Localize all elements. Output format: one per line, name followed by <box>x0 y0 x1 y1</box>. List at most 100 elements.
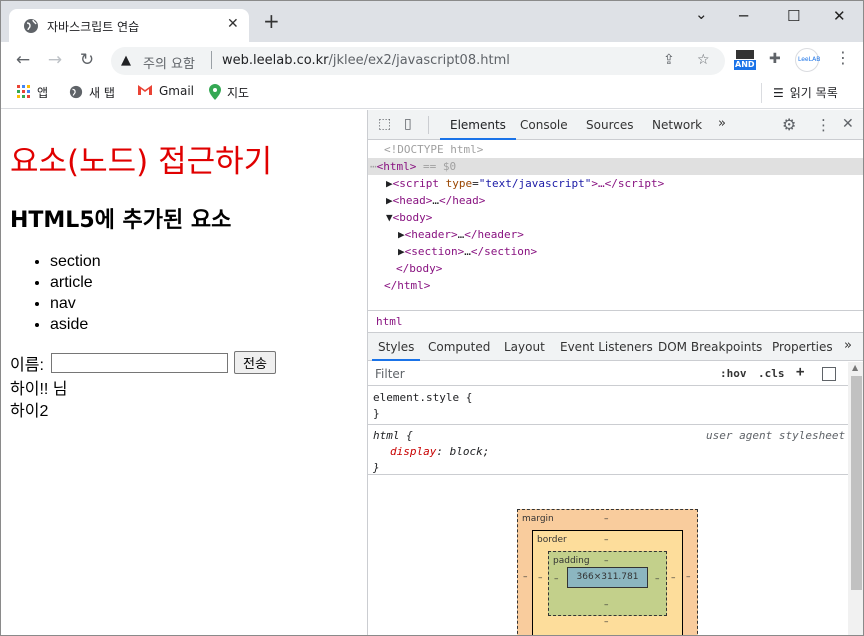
dom-tag: <body> <box>392 211 433 224</box>
bookmarks-bar: 앱 새 탭 Gmail 지도 ☰ 읽기 목록 <box>1 78 863 109</box>
name-form: 이름: 전송 <box>10 351 276 375</box>
close-window-button[interactable]: ✕ <box>833 7 846 25</box>
hover-state-toggle[interactable]: :hov <box>720 367 747 380</box>
boxmodel-margin[interactable]: margin – – – border – – – – padding – – … <box>517 509 698 635</box>
styles-scrollbar[interactable]: ▲ <box>848 362 863 635</box>
new-tab-button[interactable]: + <box>263 11 280 31</box>
toolbar: ← → ↻ ▲ 주의 요함 web.leelab.co.kr/jklee/ex2… <box>1 42 863 78</box>
more-tabs-icon[interactable]: » <box>718 116 726 131</box>
browser-window: 자바스크립트 연습 ✕ + ⌄ ─ ☐ ✕ ← → ↻ ▲ 주의 요함 web.… <box>0 0 864 636</box>
close-tab-icon[interactable]: ✕ <box>227 16 239 32</box>
rule-close-brace: } <box>373 407 380 420</box>
settings-gear-icon[interactable]: ⚙ <box>782 115 796 134</box>
breadcrumb-item-html[interactable]: html <box>376 315 403 328</box>
margin-right-value[interactable]: – <box>686 572 691 582</box>
css-value: block; <box>449 445 490 458</box>
dom-head-node[interactable]: ▶<head>…</head> <box>386 192 485 209</box>
inspect-element-icon[interactable]: ⬚ <box>378 116 391 132</box>
submit-button[interactable]: 전송 <box>234 351 276 374</box>
content-size-value[interactable]: 366×311.781 <box>577 572 639 582</box>
tab-styles[interactable]: Styles <box>371 340 421 361</box>
border-left-value[interactable]: – <box>538 573 543 583</box>
warning-icon[interactable]: ▲ <box>121 53 131 68</box>
padding-left-value[interactable]: – <box>554 574 559 584</box>
padding-bottom-value[interactable]: – <box>604 600 609 610</box>
page-heading: 요소(노드) 접근하기 <box>10 144 273 180</box>
reading-list[interactable]: ☰ 읽기 목록 <box>773 84 838 101</box>
bookmark-new-tab[interactable]: 새 탭 <box>69 84 115 101</box>
expand-triangle-icon[interactable]: ▶ <box>386 177 393 190</box>
bookmark-maps[interactable]: 지도 <box>209 84 249 101</box>
dom-doctype[interactable]: <!DOCTYPE html> <box>384 141 483 158</box>
leelab-extension-icon[interactable]: LeeLAB <box>795 48 820 72</box>
class-toggle[interactable]: .cls <box>758 367 785 380</box>
tab-dom-breakpoints[interactable]: DOM Breakpoints <box>658 340 762 354</box>
tab-computed[interactable]: Computed <box>428 340 490 354</box>
back-arrow-icon[interactable]: ← <box>13 50 33 70</box>
devtools-menu-icon[interactable]: ⋮ <box>816 116 831 134</box>
tab-search-icon[interactable]: ⌄ <box>695 5 708 23</box>
forward-arrow-icon[interactable]: → <box>45 50 65 70</box>
name-input[interactable] <box>51 353 228 373</box>
extensions-puzzle-icon[interactable]: ✚ <box>769 51 781 67</box>
border-top-value[interactable]: – <box>604 535 609 545</box>
dom-tag: <header> <box>404 228 458 241</box>
dom-html-close[interactable]: </html> <box>384 277 430 294</box>
border-bottom-value[interactable]: – <box>604 617 609 627</box>
bookmark-apps[interactable]: 앱 <box>17 84 48 101</box>
tab-console[interactable]: Console <box>520 118 568 132</box>
dom-section-node[interactable]: ▶<section>…</section> <box>398 243 537 260</box>
browser-tab[interactable]: 자바스크립트 연습 ✕ <box>9 9 249 42</box>
filter-input[interactable]: Filter <box>375 367 405 381</box>
rule-selector: html { <box>373 429 413 442</box>
scrollbar-thumb[interactable] <box>851 376 862 590</box>
security-label[interactable]: 주의 요함 <box>143 53 195 72</box>
and-extension-icon[interactable]: AND <box>733 48 757 72</box>
computed-sidebar-icon[interactable] <box>822 367 836 381</box>
share-icon[interactable]: ⇪ <box>663 52 675 68</box>
new-rule-plus-icon[interactable]: + <box>796 364 804 380</box>
reading-list-icon: ☰ <box>773 86 784 100</box>
maximize-button[interactable]: ☐ <box>787 7 800 25</box>
border-right-value[interactable]: – <box>671 573 676 583</box>
tab-sources[interactable]: Sources <box>586 118 633 132</box>
boxmodel-content[interactable]: 366×311.781 <box>567 567 648 588</box>
expand-triangle-icon[interactable]: ▶ <box>398 228 405 241</box>
dom-header-node[interactable]: ▶<header>…</header> <box>398 226 524 243</box>
rule-selector[interactable]: element.style { <box>373 390 472 406</box>
address-bar[interactable]: ▲ 주의 요함 web.leelab.co.kr/jklee/ex2/javas… <box>111 47 725 75</box>
expand-triangle-icon[interactable]: ▶ <box>398 245 405 258</box>
padding-top-value[interactable]: – <box>604 556 609 566</box>
margin-left-value[interactable]: – <box>523 572 528 582</box>
bookmark-gmail[interactable]: Gmail <box>137 84 194 98</box>
tab-network[interactable]: Network <box>652 118 702 132</box>
margin-top-value[interactable]: – <box>604 514 609 524</box>
tab-event-listeners[interactable]: Event Listeners <box>560 340 653 354</box>
expand-triangle-icon[interactable]: ▶ <box>386 194 393 207</box>
tab-properties[interactable]: Properties <box>772 340 833 354</box>
bookmark-star-icon[interactable]: ☆ <box>697 52 710 68</box>
tab-layout[interactable]: Layout <box>504 340 545 354</box>
dom-script-node[interactable]: ▶<script type="text/javascript">…</scrip… <box>386 175 664 192</box>
dom-html-node[interactable]: ⋯<html> == $0 <box>370 158 456 175</box>
boxmodel-border[interactable]: border – – – – padding – – – – 366×311.7… <box>532 530 683 635</box>
dom-ellipsis: … <box>464 245 471 258</box>
close-devtools-icon[interactable]: ✕ <box>842 116 854 132</box>
boxmodel-padding[interactable]: padding – – – – 366×311.781 <box>548 551 667 616</box>
more-style-tabs-icon[interactable]: » <box>844 338 852 353</box>
menu-kebab-icon[interactable]: ⋮ <box>835 48 851 67</box>
elements-tree: <!DOCTYPE html> ⋯<html> == $0 ▶<script t… <box>368 141 863 311</box>
scroll-up-arrow-icon[interactable]: ▲ <box>852 363 858 372</box>
reload-icon[interactable]: ↻ <box>77 50 97 70</box>
device-toolbar-icon[interactable]: ▯ <box>404 116 412 132</box>
omnibox-divider <box>211 51 212 69</box>
dom-tag: <html> <box>376 160 417 173</box>
url-text[interactable]: web.leelab.co.kr/jklee/ex2/javascript08.… <box>222 53 510 68</box>
dom-body-close[interactable]: </body> <box>396 260 442 277</box>
dom-body-node[interactable]: ▼<body> <box>386 209 432 226</box>
rule-source: user agent stylesheet <box>706 429 846 442</box>
tab-elements[interactable]: Elements <box>440 118 516 140</box>
collapse-triangle-icon[interactable]: ▼ <box>386 211 393 224</box>
padding-right-value[interactable]: – <box>655 574 660 584</box>
minimize-button[interactable]: ─ <box>739 7 748 25</box>
